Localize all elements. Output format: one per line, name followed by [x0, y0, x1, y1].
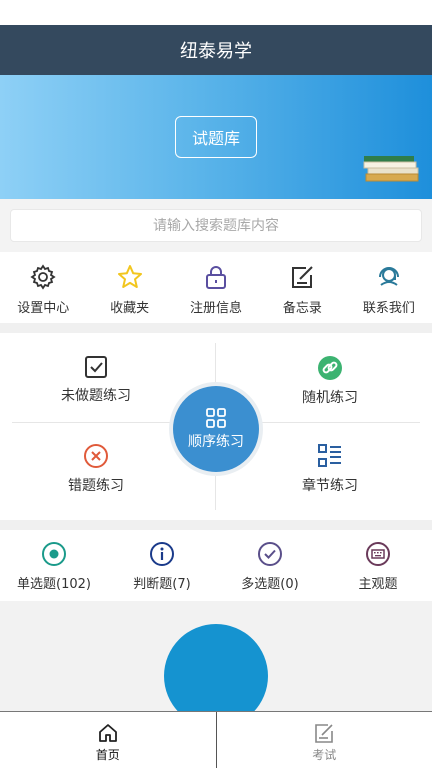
- link-icon: [318, 356, 342, 380]
- wrong-practice-button[interactable]: 错题练习: [6, 443, 186, 495]
- lower-area: [0, 601, 432, 711]
- status-bar: [0, 0, 432, 25]
- quick-menu-label: 设置中心: [17, 301, 70, 316]
- unanswered-practice-button[interactable]: 未做题练习: [6, 355, 186, 405]
- decorative-circle: [164, 624, 268, 711]
- nav-home[interactable]: 首页: [0, 712, 216, 768]
- registration-info-button[interactable]: 注册信息: [173, 252, 259, 323]
- headset-icon: [378, 267, 399, 286]
- sequential-practice-button[interactable]: 顺序练习: [173, 386, 259, 472]
- random-practice-button[interactable]: 随机练习: [240, 355, 420, 407]
- practice-label: 章节练习: [302, 478, 358, 494]
- multiple-choice-button[interactable]: 多选题(0): [216, 530, 324, 601]
- question-type-label: 判断题(7): [133, 577, 191, 592]
- grid-icon: [206, 408, 226, 428]
- radio-icon: [42, 542, 66, 566]
- info-icon: [150, 542, 174, 566]
- app-title: 纽泰易学: [180, 41, 252, 62]
- check-circle-icon: [258, 542, 282, 566]
- banner: 试题库: [0, 75, 432, 199]
- contact-us-button[interactable]: 联系我们: [346, 252, 432, 323]
- subjective-button[interactable]: 主观题: [324, 530, 432, 601]
- home-icon: [98, 724, 117, 742]
- exam-icon: [315, 724, 334, 743]
- question-types: 单选题(102) 判断题(7) 多选题(0) 主观题: [0, 530, 432, 601]
- single-choice-button[interactable]: 单选题(102): [0, 530, 108, 601]
- nav-label: 首页: [95, 748, 120, 762]
- practice-label: 随机练习: [302, 390, 358, 406]
- quick-menu-label: 联系我们: [362, 301, 415, 316]
- bottom-nav: 首页 考试: [0, 711, 432, 768]
- search-input[interactable]: [10, 209, 422, 242]
- nav-exam[interactable]: 考试: [215, 712, 432, 768]
- quick-menu-label: 注册信息: [190, 301, 243, 316]
- x-circle-icon: [84, 444, 108, 468]
- practice-label: 顺序练习: [188, 434, 244, 450]
- memo-button[interactable]: 备忘录: [259, 252, 345, 323]
- question-type-label: 单选题(102): [17, 577, 91, 592]
- favorites-button[interactable]: 收藏夹: [86, 252, 172, 323]
- chapter-practice-button[interactable]: 章节练习: [240, 443, 420, 495]
- title-bar: 纽泰易学: [0, 25, 432, 75]
- books-icon: [363, 156, 419, 182]
- keyboard-icon: [366, 542, 390, 566]
- star-icon: [117, 265, 142, 288]
- lock-icon: [206, 266, 227, 289]
- gear-icon: [30, 264, 56, 290]
- nav-label: 考试: [312, 748, 337, 762]
- true-false-button[interactable]: 判断题(7): [108, 530, 216, 601]
- question-bank-button[interactable]: 试题库: [175, 116, 257, 158]
- settings-center-button[interactable]: 设置中心: [0, 252, 86, 323]
- quick-menu-label: 备忘录: [282, 301, 322, 316]
- quick-menu: 设置中心 收藏夹 注册信息 备忘录 联系我们: [0, 252, 432, 323]
- quick-menu-label: 收藏夹: [110, 301, 150, 316]
- list-icon: [318, 444, 341, 467]
- practice-label: 错题练习: [68, 478, 124, 494]
- practice-label: 未做题练习: [61, 388, 131, 404]
- practice-panel: 未做题练习 随机练习 错题练习 章节练习 顺序练习: [0, 333, 432, 520]
- search-area: [0, 199, 432, 252]
- note-edit-icon: [292, 266, 314, 288]
- checkbox-icon: [85, 356, 107, 378]
- question-type-label: 多选题(0): [241, 577, 299, 592]
- question-type-label: 主观题: [358, 577, 398, 592]
